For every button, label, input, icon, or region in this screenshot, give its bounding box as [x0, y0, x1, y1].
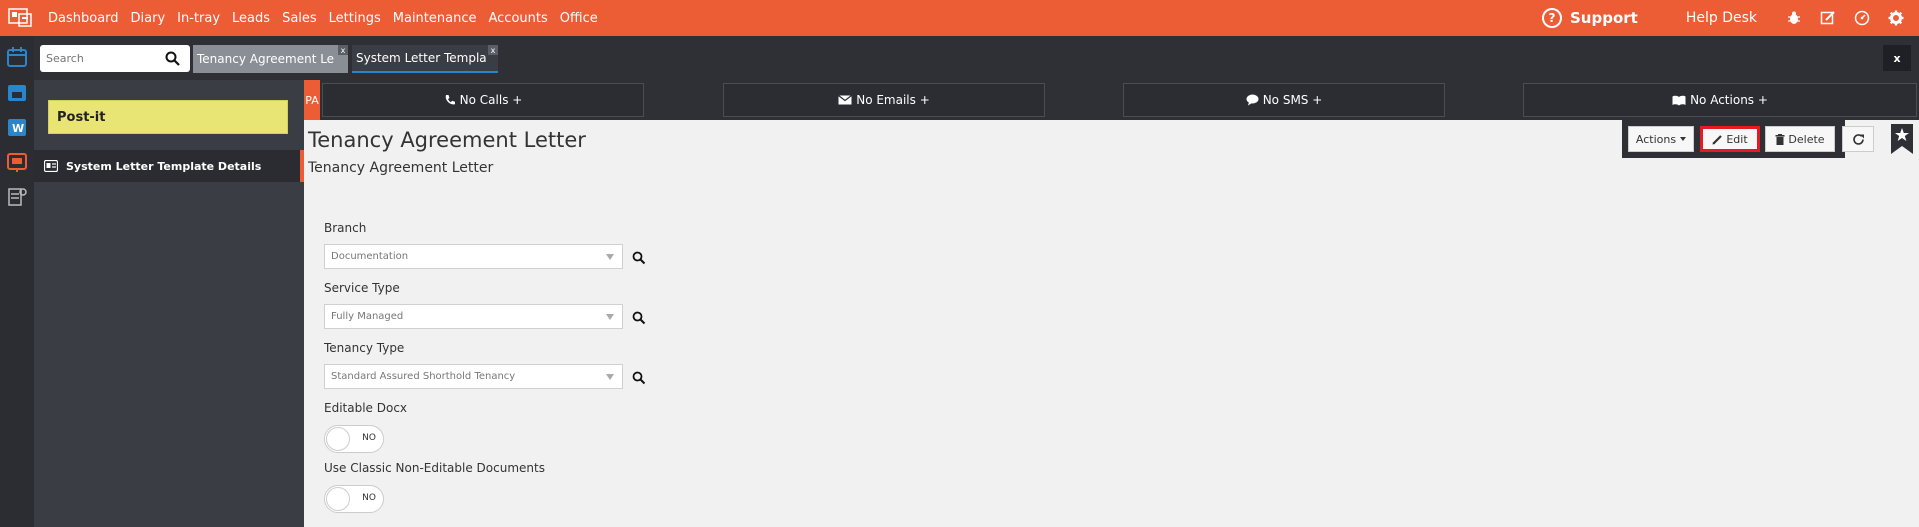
question-icon: ?: [1541, 8, 1562, 28]
close-all-tabs-button[interactable]: x: [1883, 45, 1911, 71]
dashboard-gauge-icon[interactable]: [1853, 9, 1871, 27]
book-icon: [1672, 95, 1686, 105]
classic-documents-toggle[interactable]: NO: [324, 485, 384, 513]
nav-office[interactable]: Office: [560, 11, 598, 26]
page-title: Tenancy Agreement Letter: [308, 128, 586, 152]
nav-accounts[interactable]: Accounts: [489, 11, 548, 26]
support-link[interactable]: ? Support: [1541, 8, 1638, 28]
calls-label: No Calls +: [459, 93, 523, 107]
delete-label: Delete: [1788, 132, 1825, 146]
emails-label: No Emails +: [856, 93, 930, 107]
refresh-button[interactable]: [1842, 126, 1874, 152]
sidebar-item-label: System Letter Template Details: [66, 159, 262, 173]
editable-docx-label: Editable Docx: [324, 401, 408, 415]
bookmark-star-icon[interactable]: [1890, 124, 1914, 154]
edit-button[interactable]: Edit: [1700, 126, 1760, 152]
svg-text:W: W: [12, 122, 24, 135]
pencil-icon: [1712, 134, 1723, 144]
toggle-state: NO: [362, 433, 376, 443]
actions-button[interactable]: No Actions +: [1523, 83, 1917, 117]
left-icon-rail: W: [0, 36, 34, 527]
tab-system-letter-template[interactable]: System Letter Templa: [352, 45, 498, 73]
actions-dropdown-button[interactable]: Actions: [1628, 126, 1694, 152]
chevron-down-icon: [606, 314, 614, 320]
nav-in-tray[interactable]: In-tray: [177, 11, 220, 26]
actions-label: No Actions +: [1690, 93, 1768, 107]
search-icon[interactable]: [165, 51, 180, 66]
tenancy-type-select[interactable]: Standard Assured Shorthold Tenancy: [324, 364, 623, 389]
refresh-icon: [1852, 133, 1864, 145]
bug-icon[interactable]: [1785, 9, 1803, 27]
tab-bar: Tenancy Agreement Le x System Letter Tem…: [34, 36, 1919, 80]
branch-label: Branch: [324, 221, 367, 235]
tab-tenancy-agreement[interactable]: Tenancy Agreement Le: [193, 45, 348, 73]
search-box: [40, 45, 190, 72]
tenancy-type-search-icon[interactable]: [632, 371, 646, 385]
document-settings-icon[interactable]: [6, 186, 28, 208]
nav-maintenance[interactable]: Maintenance: [393, 11, 477, 26]
help-desk-link[interactable]: Help Desk: [1686, 10, 1757, 26]
tab-label: Tenancy Agreement Le: [197, 52, 335, 66]
speech-bubble-icon: [1246, 94, 1259, 106]
nav-sales[interactable]: Sales: [282, 11, 317, 26]
record-action-toolbar: Actions Edit Delete: [1622, 120, 1845, 158]
chevron-down-icon: [606, 254, 614, 260]
nav-lettings[interactable]: Lettings: [329, 11, 381, 26]
service-type-label: Service Type: [324, 281, 400, 295]
delete-button[interactable]: Delete: [1765, 126, 1835, 152]
edit-label: Edit: [1726, 132, 1748, 146]
word-document-icon[interactable]: W: [6, 116, 28, 138]
envelope-icon: [838, 95, 853, 105]
tab-label: System Letter Templa: [356, 51, 487, 65]
tab-close-icon[interactable]: x: [488, 45, 498, 55]
main-content: Tenancy Agreement Letter Tenancy Agreeme…: [304, 120, 1919, 527]
support-label: Support: [1569, 9, 1638, 27]
sms-label: No SMS +: [1262, 93, 1323, 107]
post-it-button[interactable]: Post-it: [48, 100, 288, 134]
nav-leads[interactable]: Leads: [232, 11, 270, 26]
tab-close-icon[interactable]: x: [338, 45, 348, 55]
caret-down-icon: [1680, 137, 1687, 141]
top-navbar: Dashboard Diary In-tray Leads Sales Lett…: [0, 0, 1919, 36]
trash-icon: [1775, 133, 1785, 145]
sidebar-item-system-letter-template-details[interactable]: System Letter Template Details: [34, 150, 304, 182]
calls-button[interactable]: No Calls +: [322, 83, 644, 117]
toggle-knob: [326, 427, 350, 451]
edit-note-icon[interactable]: [1819, 9, 1837, 27]
search-input[interactable]: [46, 52, 156, 65]
sidebar-panel: Post-it System Letter Template Details: [34, 80, 304, 527]
branch-value: Documentation: [331, 251, 409, 262]
gear-icon[interactable]: [1887, 9, 1905, 27]
phone-icon: [445, 95, 455, 105]
service-type-value: Fully Managed: [331, 311, 404, 322]
service-type-select[interactable]: Fully Managed: [324, 304, 623, 329]
chevron-down-icon: [606, 374, 614, 380]
tenancy-type-label: Tenancy Type: [324, 341, 405, 355]
branch-search-icon[interactable]: [632, 251, 646, 265]
app-logo-icon[interactable]: [8, 8, 36, 28]
branch-select[interactable]: Documentation: [324, 244, 623, 269]
calendar-alt-icon[interactable]: [6, 81, 28, 103]
id-card-icon: [44, 160, 58, 172]
actions-dropdown-label: Actions: [1635, 132, 1677, 146]
communication-bar: No Calls + No Emails + No SMS + No Actio…: [320, 80, 1919, 120]
nav-diary[interactable]: Diary: [131, 11, 166, 26]
toggle-state: NO: [362, 493, 376, 503]
classic-documents-label: Use Classic Non-Editable Documents: [324, 461, 545, 475]
calendar-icon[interactable]: [6, 46, 28, 68]
toggle-knob: [326, 487, 350, 511]
editable-docx-toggle[interactable]: NO: [324, 425, 384, 453]
service-type-search-icon[interactable]: [632, 311, 646, 325]
page-subtitle: Tenancy Agreement Letter: [308, 160, 494, 176]
emails-button[interactable]: No Emails +: [723, 83, 1045, 117]
tenancy-type-value: Standard Assured Shorthold Tenancy: [331, 371, 516, 382]
pa-tag[interactable]: PA: [304, 80, 320, 120]
nav-dashboard[interactable]: Dashboard: [48, 11, 119, 26]
presentation-icon[interactable]: [6, 151, 28, 173]
sms-button[interactable]: No SMS +: [1123, 83, 1445, 117]
nav-right-group: ? Support Help Desk: [1541, 0, 1919, 36]
